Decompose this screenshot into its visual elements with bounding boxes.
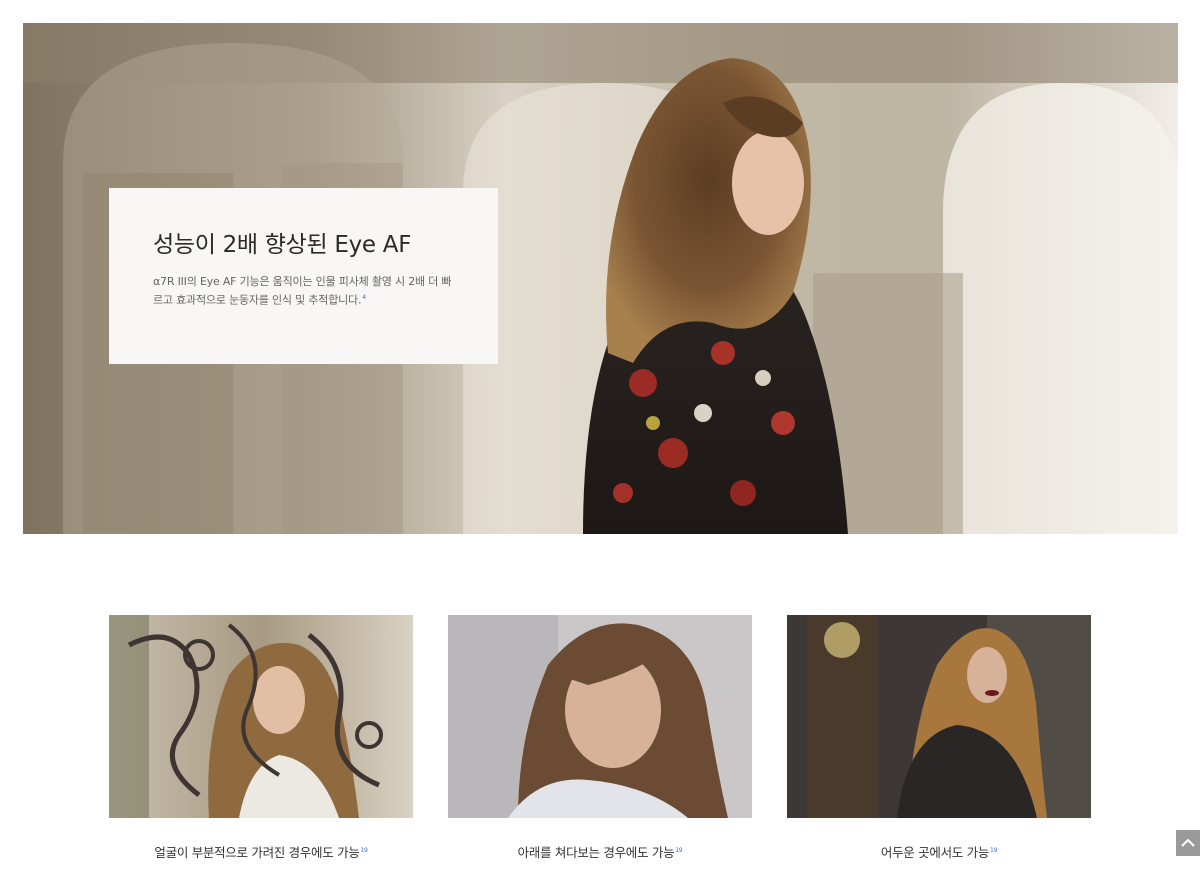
feature-card-partial-face: 얼굴이 부분적으로 가려진 경우에도 가능19 [109, 615, 413, 862]
scroll-to-top-button[interactable] [1176, 830, 1200, 856]
footnote-marker[interactable]: 4 [362, 294, 366, 301]
hero-description: α7R III의 Eye AF 기능은 움직이는 인물 피사체 촬영 시 2배 … [153, 274, 453, 309]
footnote-marker[interactable]: 19 [990, 847, 997, 854]
feature-photo-low-light [787, 615, 1091, 818]
hero-text-card: 성능이 2배 향상된 Eye AF α7R III의 Eye AF 기능은 움직… [109, 188, 498, 364]
feature-caption-text: 아래를 쳐다보는 경우에도 가능 [517, 845, 675, 861]
feature-caption-text: 어두운 곳에서도 가능 [880, 845, 990, 861]
feature-photo-behind-gate [109, 615, 413, 818]
feature-caption-text: 얼굴이 부분적으로 가려진 경우에도 가능 [154, 845, 360, 861]
feature-card-looking-down: 아래를 쳐다보는 경우에도 가능19 [448, 615, 752, 862]
feature-caption: 아래를 쳐다보는 경우에도 가능19 [448, 842, 752, 862]
hero-banner: 성능이 2배 향상된 Eye AF α7R III의 Eye AF 기능은 움직… [23, 23, 1178, 534]
chevron-up-icon [1181, 838, 1195, 847]
feature-card-low-light: 어두운 곳에서도 가능19 [787, 615, 1091, 862]
feature-photo-looking-down [448, 615, 752, 818]
hero-description-text: α7R III의 Eye AF 기능은 움직이는 인물 피사체 촬영 시 2배 … [153, 275, 452, 307]
footnote-marker[interactable]: 19 [361, 847, 368, 854]
hero-title: 성능이 2배 향상된 Eye AF [153, 232, 412, 258]
feature-caption: 어두운 곳에서도 가능19 [787, 842, 1091, 862]
feature-caption: 얼굴이 부분적으로 가려진 경우에도 가능19 [109, 842, 413, 862]
page: 성능이 2배 향상된 Eye AF α7R III의 Eye AF 기능은 움직… [0, 0, 1200, 877]
footnote-marker[interactable]: 19 [675, 847, 682, 854]
